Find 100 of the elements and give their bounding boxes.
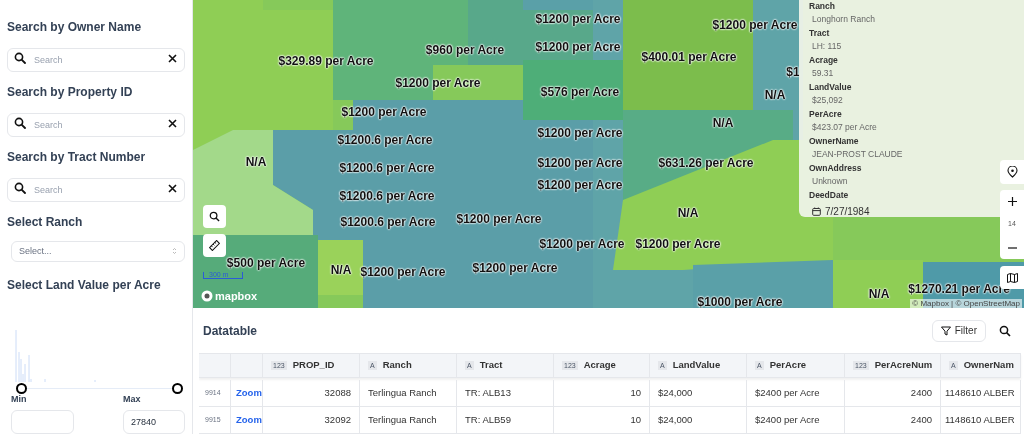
price-label: $1200.6 per Acre: [337, 132, 433, 149]
slider-thumb[interactable]: [15, 382, 27, 394]
mapbox-logo-icon: [201, 290, 213, 303]
popup-value: LH: 115: [812, 41, 842, 52]
price-label: $631.26 per Acre: [658, 155, 754, 172]
table-cell: 2400: [845, 380, 941, 406]
price-label: $1200 per Acre: [472, 260, 558, 277]
column-name: PerAcre: [769, 358, 807, 373]
filter-icon: [940, 325, 951, 336]
table-cell: TR: ALB59: [457, 407, 554, 433]
popup-value: $423.07 per Acre: [812, 122, 877, 133]
table-cell: $2400 per Acre: [747, 407, 845, 433]
select-placeholder: Select...: [19, 244, 52, 258]
price-label: $1200 per Acre: [535, 39, 621, 56]
price-label: N/A: [712, 115, 734, 132]
popup-value: Unknown: [812, 176, 848, 187]
search-field[interactable]: Search: [7, 178, 185, 202]
table-cell: 32088: [263, 380, 360, 406]
table-cell: 10: [554, 380, 650, 406]
map-logo: mapbox: [215, 289, 258, 304]
table-cell: 32092: [263, 407, 360, 433]
search-icon: [999, 324, 1011, 337]
field-label: Min: [11, 392, 28, 406]
table-cell: TR: ALB13: [457, 380, 554, 406]
min-field[interactable]: [11, 410, 74, 434]
table-cell: 10: [554, 407, 650, 433]
price-label: $576 per Acre: [540, 84, 620, 101]
popup-label: PerAcre: [809, 109, 842, 120]
price-label: $1200 per Acre: [537, 177, 623, 194]
search-button[interactable]: [203, 205, 226, 228]
popup-label: Tract: [809, 28, 830, 39]
popup-value: $25,092: [812, 95, 843, 106]
popup-value: 59.31: [812, 68, 834, 79]
price-label: $1200.6 per Acre: [339, 188, 435, 205]
popup-label: Ranch: [809, 1, 835, 12]
calendar-icon: [812, 207, 821, 216]
column-name: Ranch: [382, 358, 412, 373]
price-label: N/A: [868, 286, 890, 303]
price-label: N/A: [677, 205, 699, 222]
field-label: Select Land Value per Acre: [7, 276, 162, 294]
search-icon: [14, 52, 26, 64]
column-name: PerAcreNum: [874, 358, 933, 373]
field-label: Search by Owner Name: [7, 19, 143, 36]
search-icon: [14, 182, 26, 194]
field-label: Max: [123, 392, 142, 406]
close-icon[interactable]: [168, 119, 177, 128]
search-field[interactable]: Search: [7, 48, 185, 72]
panel-title: Datatable: [203, 322, 258, 340]
column-name: Tract: [479, 358, 503, 373]
max-field[interactable]: 27840: [123, 410, 185, 434]
popup-value: 7/27/1984: [825, 205, 870, 219]
popup-label: DeedDate: [809, 190, 849, 201]
plus-icon: [1007, 196, 1017, 206]
column-name: PROP_ID: [292, 358, 335, 373]
table-cell: 1148610 ALBER: [941, 407, 1021, 433]
map-icon: [1006, 272, 1018, 283]
location-pin-icon: [1006, 166, 1018, 178]
price-label: $1200 per Acre: [535, 11, 621, 28]
close-icon[interactable]: [168, 54, 177, 63]
zoom-link[interactable]: Zoom: [231, 407, 263, 433]
slider-thumb[interactable]: [171, 382, 183, 394]
price-label: $1: [786, 64, 800, 81]
price-label: $1200 per Acre: [360, 264, 446, 281]
table-cell: $2400 per Acre: [747, 380, 845, 406]
field-label: Select Ranch: [7, 214, 84, 231]
price-label: $1200 per Acre: [537, 155, 623, 172]
column-name: OwnerNam: [963, 358, 1014, 373]
price-label: $1000 per Acre: [697, 294, 783, 308]
locate-button[interactable]: [1000, 160, 1024, 184]
price-label: $1200.6 per Acre: [340, 214, 436, 231]
measure-button[interactable]: [203, 234, 226, 257]
table-cell: $24,000: [650, 380, 747, 406]
search-field[interactable]: Search: [7, 113, 185, 137]
price-label: $1200 per Acre: [395, 75, 481, 92]
price-label: $1200 per Acre: [456, 211, 542, 228]
zoom-link[interactable]: Zoom: [231, 380, 263, 406]
price-label: N/A: [245, 154, 267, 171]
chevron-updown-icon: [172, 247, 177, 256]
table-cell: $24,000: [650, 407, 747, 433]
table-cell: Terlingua Ranch: [360, 407, 457, 433]
minus-icon: [1007, 247, 1017, 249]
search-icon: [209, 211, 220, 222]
popup-value: JEAN-PROST CLAUDE: [812, 149, 903, 160]
price-label: $1200 per Acre: [341, 104, 427, 121]
map-attribution: © Mapbox | © OpenStreetMap: [910, 299, 1022, 308]
price-label: $1200 per Acre: [537, 125, 623, 142]
column-name: Acrage: [583, 358, 616, 373]
ruler-icon: [209, 240, 220, 251]
price-label: N/A: [330, 262, 352, 279]
ranch-select[interactable]: Select...: [11, 241, 185, 262]
filter-button[interactable]: Filter: [931, 319, 986, 342]
close-icon[interactable]: [168, 184, 177, 193]
price-label: $400.01 per Acre: [641, 49, 737, 66]
popup-value: Longhorn Ranch: [812, 14, 875, 25]
table-cell: 2400: [845, 407, 941, 433]
search-button[interactable]: [998, 323, 1012, 338]
column-name: LandValue: [672, 358, 721, 373]
price-label: $500 per Acre: [226, 255, 306, 272]
field-label: Search by Property ID: [7, 84, 134, 101]
price-label: $329.89 per Acre: [278, 53, 374, 70]
